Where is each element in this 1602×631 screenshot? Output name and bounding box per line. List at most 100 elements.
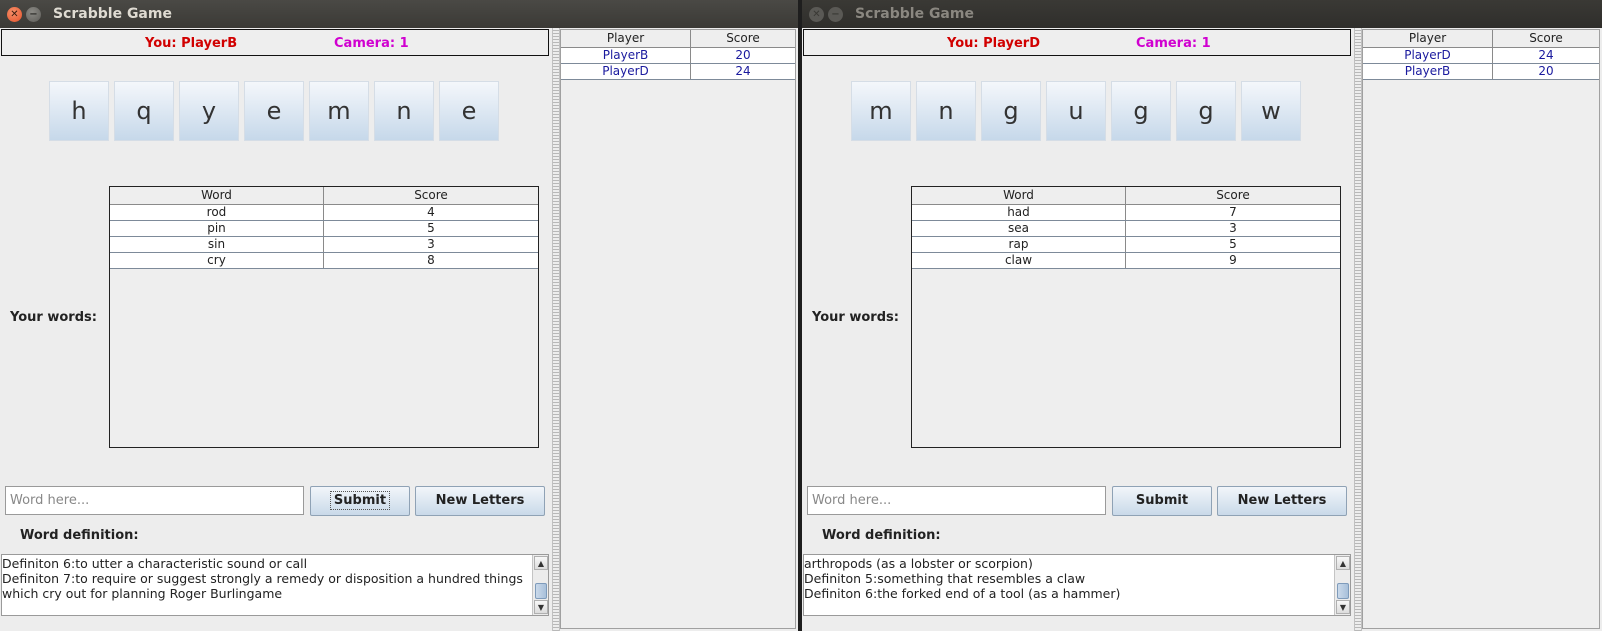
player-header: You: PlayerB Camera: 1: [1, 29, 549, 56]
title-bar[interactable]: ✕ − Scrabble Game: [802, 0, 1602, 28]
column-header-player[interactable]: Player: [1363, 30, 1493, 47]
table-row[interactable]: PlayerD 24: [1363, 48, 1599, 64]
submit-button[interactable]: Submit: [1112, 486, 1212, 516]
definition-scrollbar[interactable]: ▲ ▼: [532, 555, 548, 615]
score-cell: 5: [1229, 237, 1237, 251]
split-pane-divider[interactable]: [552, 28, 560, 631]
scroll-thumb[interactable]: [1337, 583, 1349, 599]
minimize-icon[interactable]: −: [828, 7, 843, 22]
word-input[interactable]: Word here...: [5, 486, 304, 515]
word-cell: cry: [110, 253, 324, 268]
scroll-down-icon[interactable]: ▼: [534, 600, 548, 614]
scroll-up-icon[interactable]: ▲: [534, 556, 548, 570]
letter-tile[interactable]: y: [179, 81, 239, 141]
split-pane-divider[interactable]: [1354, 28, 1362, 631]
letter-tile[interactable]: e: [439, 81, 499, 141]
letter-tile[interactable]: n: [374, 81, 434, 141]
score-cell: 24: [1538, 48, 1554, 62]
word-input[interactable]: Word here...: [807, 486, 1106, 515]
table-row[interactable]: claw 9: [912, 253, 1340, 269]
definition-textarea[interactable]: Definiton 6:to utter a characteristic so…: [1, 554, 549, 616]
letter-tile[interactable]: n: [916, 81, 976, 141]
window-title: Scrabble Game: [855, 6, 974, 22]
scoreboard-table[interactable]: Player Score PlayerB 20 PlayerD 24: [560, 29, 796, 629]
table-row[interactable]: cry 8: [110, 253, 538, 269]
column-header-score[interactable]: Score: [691, 30, 795, 47]
column-header-player[interactable]: Player: [561, 30, 691, 47]
table-row[interactable]: rod 4: [110, 205, 538, 221]
column-header-word[interactable]: Word: [110, 187, 324, 204]
letter-tile[interactable]: e: [244, 81, 304, 141]
your-words-label: Your words:: [812, 310, 899, 325]
definition-text: arthropods (as a lobster or scorpion) De…: [804, 556, 1121, 601]
word-definition-label: Word definition:: [20, 528, 139, 543]
close-icon[interactable]: ✕: [809, 7, 824, 22]
scoreboard-table[interactable]: Player Score PlayerD 24 PlayerB 20: [1362, 29, 1600, 629]
letter-tile[interactable]: w: [1241, 81, 1301, 141]
new-letters-button[interactable]: New Letters: [415, 486, 545, 516]
score-cell: 20: [735, 48, 751, 62]
column-header-score[interactable]: Score: [324, 187, 538, 204]
table-row[interactable]: pin 5: [110, 221, 538, 237]
words-table[interactable]: Word Score had 7 sea 3 rap 5 claw 9: [911, 186, 1341, 448]
words-table-header[interactable]: Word Score: [110, 187, 538, 205]
word-definition-label: Word definition:: [822, 528, 941, 543]
score-cell: 4: [427, 205, 435, 219]
definition-textarea[interactable]: arthropods (as a lobster or scorpion) De…: [803, 554, 1351, 616]
score-cell: 3: [427, 237, 435, 251]
score-cell: 8: [427, 253, 435, 267]
table-row[interactable]: sin 3: [110, 237, 538, 253]
letter-tile[interactable]: g: [1176, 81, 1236, 141]
camera-label: Camera: 1: [334, 36, 409, 51]
score-cell: 20: [1538, 64, 1554, 78]
table-row[interactable]: sea 3: [912, 221, 1340, 237]
scroll-up-icon[interactable]: ▲: [1336, 556, 1350, 570]
minimize-icon[interactable]: −: [26, 7, 41, 22]
your-words-label: Your words:: [10, 310, 97, 325]
column-header-word[interactable]: Word: [912, 187, 1126, 204]
table-row[interactable]: PlayerB 20: [1363, 64, 1599, 80]
word-cell: pin: [110, 221, 324, 236]
letter-tile[interactable]: g: [1111, 81, 1171, 141]
words-table-header[interactable]: Word Score: [912, 187, 1340, 205]
scroll-down-icon[interactable]: ▼: [1336, 600, 1350, 614]
letter-tile[interactable]: u: [1046, 81, 1106, 141]
scoreboard-header[interactable]: Player Score: [561, 30, 795, 48]
letter-tile[interactable]: m: [309, 81, 369, 141]
new-letters-button[interactable]: New Letters: [1217, 486, 1347, 516]
you-label: You: PlayerD: [947, 36, 1040, 51]
score-cell: 9: [1229, 253, 1237, 267]
score-cell: 24: [735, 64, 751, 78]
definition-scrollbar[interactable]: ▲ ▼: [1334, 555, 1350, 615]
player-header: You: PlayerD Camera: 1: [803, 29, 1351, 56]
window-title: Scrabble Game: [53, 6, 172, 22]
word-cell: sea: [912, 221, 1126, 236]
table-row[interactable]: rap 5: [912, 237, 1340, 253]
definition-text: Definiton 6:to utter a characteristic so…: [2, 556, 523, 601]
title-bar[interactable]: ✕ − Scrabble Game: [0, 0, 798, 28]
letter-tile[interactable]: h: [49, 81, 109, 141]
letter-tile[interactable]: m: [851, 81, 911, 141]
column-header-score[interactable]: Score: [1126, 187, 1340, 204]
table-row[interactable]: had 7: [912, 205, 1340, 221]
word-cell: rod: [110, 205, 324, 220]
player-cell: PlayerD: [561, 64, 691, 79]
close-icon[interactable]: ✕: [7, 7, 22, 22]
camera-label: Camera: 1: [1136, 36, 1211, 51]
table-row[interactable]: PlayerD 24: [561, 64, 795, 80]
word-cell: sin: [110, 237, 324, 252]
scroll-thumb[interactable]: [535, 583, 547, 599]
table-row[interactable]: PlayerB 20: [561, 48, 795, 64]
you-label: You: PlayerB: [145, 36, 238, 51]
scoreboard-header[interactable]: Player Score: [1363, 30, 1599, 48]
player-cell: PlayerB: [561, 48, 691, 63]
letter-tile[interactable]: g: [981, 81, 1041, 141]
scrabble-window-right: ✕ − Scrabble Game You: PlayerD Camera: 1…: [802, 0, 1602, 631]
word-cell: claw: [912, 253, 1126, 268]
column-header-score[interactable]: Score: [1493, 30, 1599, 47]
letter-tile[interactable]: q: [114, 81, 174, 141]
submit-button[interactable]: Submit: [310, 486, 410, 516]
words-table[interactable]: Word Score rod 4 pin 5 sin 3 cry 8: [109, 186, 539, 448]
submit-button-label: Submit: [329, 491, 391, 510]
scrabble-window-left: ✕ − Scrabble Game You: PlayerB Camera: 1…: [0, 0, 798, 631]
